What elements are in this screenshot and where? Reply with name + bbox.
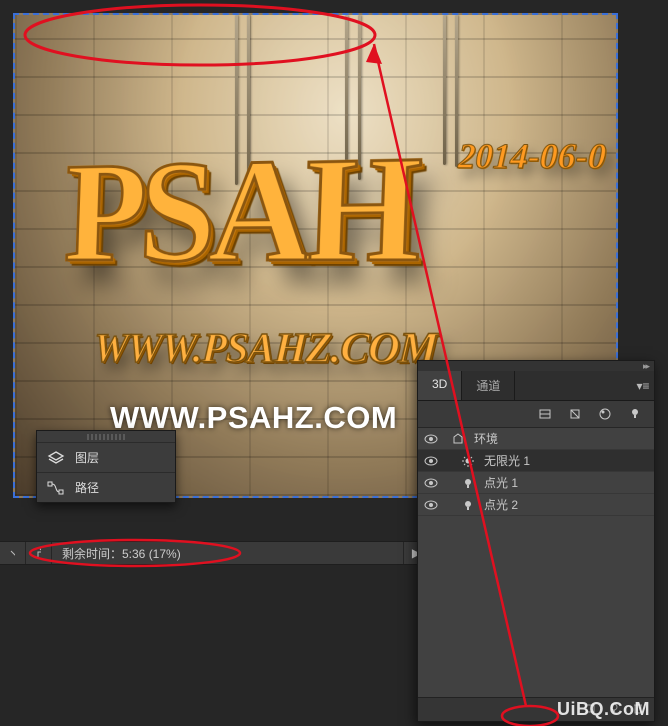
visibility-toggle[interactable] <box>418 456 444 466</box>
eye-icon <box>424 456 438 466</box>
scene-item-label: 点光 2 <box>478 496 518 513</box>
sub-3d-text: WWW.PSAHZ.COM <box>93 324 439 374</box>
eye-icon <box>424 434 438 444</box>
scene-row-point-light-1[interactable]: 点光 1 <box>418 472 654 494</box>
filter-mesh-icon[interactable] <box>568 407 582 421</box>
filter-light-icon[interactable] <box>628 407 642 421</box>
scene-item-label: 无限光 1 <box>478 452 530 469</box>
share-icon <box>36 547 41 559</box>
scene-row-infinite-light[interactable]: 无限光 1 <box>418 450 654 472</box>
main-3d-text: PSAH <box>63 127 618 287</box>
paths-item[interactable]: 路径 <box>37 472 175 502</box>
panel-tabs: 3D 通道 ▾≡ <box>418 371 654 401</box>
environment-icon <box>448 433 468 445</box>
filter-scene-icon[interactable] <box>538 407 552 421</box>
status-bar: 剩余时间：5:36 (17%) ▶ <box>0 541 430 565</box>
panel-topbar[interactable]: ▸▸ <box>418 361 654 371</box>
eye-icon <box>424 478 438 488</box>
point-light-icon <box>458 499 478 511</box>
dropdown-icon <box>10 548 15 558</box>
collapse-icon[interactable]: ▸▸ <box>643 361 648 372</box>
scene-item-label: 环境 <box>468 430 498 447</box>
visibility-toggle[interactable] <box>418 434 444 444</box>
scene-item-label: 点光 1 <box>478 474 518 491</box>
tab-channels[interactable]: 通道 <box>462 371 515 400</box>
layers-popup[interactable]: 图层 路径 <box>36 430 176 503</box>
filter-material-icon[interactable] <box>598 407 612 421</box>
status-segment[interactable] <box>26 542 52 564</box>
render-progress-text: 剩余时间：5:36 (17%) <box>52 542 404 564</box>
panel-toolbar <box>418 401 654 428</box>
paths-icon <box>47 481 65 495</box>
visibility-toggle[interactable] <box>418 500 444 510</box>
layers-label: 图层 <box>75 449 99 466</box>
scene-row-point-light-2[interactable]: 点光 2 <box>418 494 654 516</box>
panel-menu-button[interactable]: ▾≡ <box>632 371 654 400</box>
page-watermark: UiBQ.CoM <box>557 699 650 720</box>
layers-item[interactable]: 图层 <box>37 442 175 472</box>
status-segment[interactable] <box>0 542 26 564</box>
drag-handle-icon[interactable] <box>87 434 125 440</box>
point-light-icon <box>458 477 478 489</box>
scene-row-environment[interactable]: 环境 <box>418 428 654 450</box>
infinite-light-icon <box>458 455 478 467</box>
paths-label: 路径 <box>75 479 99 496</box>
panel-3d[interactable]: ▸▸ 3D 通道 ▾≡ 环境 无限光 1 点光 1 点光 2 <box>417 360 655 722</box>
scene-list: 环境 无限光 1 点光 1 点光 2 <box>418 428 654 697</box>
tab-3d[interactable]: 3D <box>418 371 462 400</box>
eye-icon <box>424 500 438 510</box>
visibility-toggle[interactable] <box>418 478 444 488</box>
layers-icon <box>47 451 65 465</box>
